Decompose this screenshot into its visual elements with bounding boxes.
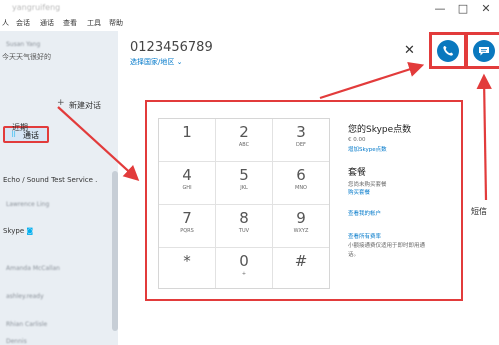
menu-item-contacts[interactable]: 人 bbox=[2, 18, 9, 28]
chevron-down-icon: ⌄ bbox=[176, 58, 183, 66]
recent-header: 近期 bbox=[12, 123, 28, 132]
connection-fee-note-cont: 话。 bbox=[348, 252, 360, 258]
new-conversation-button[interactable]: 新建对话 bbox=[69, 100, 101, 111]
contact-echo[interactable]: Echo / Sound Test Service . bbox=[3, 176, 97, 184]
contact-amanda[interactable]: Amanda McCallan bbox=[6, 265, 60, 272]
sms-button[interactable] bbox=[465, 32, 499, 69]
verified-icon: ◙ bbox=[26, 227, 34, 235]
dialpad-key[interactable]: * bbox=[159, 248, 215, 291]
dialpad-key[interactable]: 6 MNO bbox=[273, 162, 329, 205]
menu-bar: 人 会话 通话 查看 工具 帮助 bbox=[0, 18, 499, 31]
menu-item-call[interactable]: 通话 bbox=[40, 18, 54, 28]
dialpad-key[interactable]: 2 ABC bbox=[216, 119, 272, 162]
country-link-label: 选择国家/地区 bbox=[130, 58, 175, 66]
country-selector[interactable]: 选择国家/地区 ⌄ bbox=[130, 57, 182, 67]
view-account-link[interactable]: 查看我的帐户 bbox=[348, 209, 381, 217]
minimize-button[interactable]: — bbox=[430, 1, 450, 17]
connection-fee-note: 小额接通费仅适用于即时即用通 bbox=[348, 243, 426, 249]
contact-lawrence[interactable]: Lawrence Ling bbox=[6, 201, 49, 208]
dialpad-key[interactable]: 7 PQRS bbox=[159, 205, 215, 248]
key-digit: 9 bbox=[296, 209, 306, 227]
contact-ashley[interactable]: ashley.ready bbox=[6, 293, 44, 300]
plus-icon: + bbox=[57, 98, 65, 108]
dialpad-key[interactable]: # bbox=[273, 248, 329, 291]
key-letters: DEF bbox=[296, 142, 306, 148]
dialpad-key[interactable]: 8 TUV bbox=[216, 205, 272, 248]
contact-dennis[interactable]: Dennis bbox=[6, 338, 27, 345]
phone-icon bbox=[443, 46, 453, 56]
call-button[interactable] bbox=[429, 32, 467, 69]
clear-number-icon[interactable]: ✕ bbox=[404, 43, 415, 58]
key-letters: MNO bbox=[295, 185, 307, 191]
credit-balance: € 0.00 bbox=[348, 137, 366, 143]
menu-item-view[interactable]: 查看 bbox=[63, 18, 77, 28]
key-letters: WXYZ bbox=[293, 228, 309, 234]
title-bar: yangruifeng — □ ✕ bbox=[0, 0, 499, 18]
plans-status: 您尚未购买套餐 bbox=[348, 182, 387, 188]
maximize-button[interactable]: □ bbox=[453, 1, 473, 17]
contact-rhian[interactable]: Rhian Carlisle bbox=[6, 321, 47, 328]
dialpad-key[interactable]: 5 JKL bbox=[216, 162, 272, 205]
key-digit: # bbox=[294, 252, 308, 270]
dialpad-key[interactable]: 9 WXYZ bbox=[273, 205, 329, 248]
plans-title: 套餐 bbox=[348, 168, 367, 178]
profile-name[interactable]: Susan Yang bbox=[6, 41, 40, 48]
key-letters: TUV bbox=[238, 228, 250, 234]
menu-item-tools[interactable]: 工具 bbox=[87, 18, 101, 28]
key-letters: + bbox=[241, 271, 247, 277]
sidebar: Susan Yang 今天天气很好的 ⠿ 通话 + 新建对话 近期 Echo /… bbox=[0, 31, 118, 345]
contact-skype-label: Skype bbox=[3, 227, 25, 235]
key-digit: 7 bbox=[182, 209, 192, 227]
key-digit: * bbox=[183, 252, 191, 270]
message-icon bbox=[479, 47, 489, 56]
key-letters: GHI bbox=[182, 185, 192, 191]
key-digit: 1 bbox=[182, 123, 192, 141]
key-digit: 8 bbox=[239, 209, 249, 227]
key-digit: 0 bbox=[239, 252, 249, 270]
key-digit: 3 bbox=[296, 123, 306, 141]
skype-credit-title: 您的Skype点数 bbox=[348, 125, 412, 135]
dialpad-key[interactable]: 4 GHI bbox=[159, 162, 215, 205]
contact-skype[interactable]: Skype ◙ bbox=[3, 227, 33, 235]
dialpad-key[interactable]: 0 + bbox=[216, 248, 272, 291]
view-rates-link[interactable]: 查看所有费率 bbox=[348, 232, 381, 240]
key-letters: JKL bbox=[240, 185, 248, 191]
phone-number-display[interactable]: 0123456789 bbox=[130, 40, 213, 55]
key-digit: 5 bbox=[239, 166, 249, 184]
dialpad: 1 2 ABC 3 DEF 4 GHI 5 JKL 6 MNO 7 PQRS 8 TUV 9W… bbox=[158, 118, 330, 289]
buy-plan-link[interactable]: 购买套餐 bbox=[348, 188, 370, 196]
window-title: yangruifeng bbox=[12, 3, 61, 12]
add-credit-link[interactable]: 增加Skype点数 bbox=[348, 145, 387, 153]
close-window-button[interactable]: ✕ bbox=[476, 1, 496, 17]
status-message[interactable]: 今天天气很好的 bbox=[2, 52, 51, 62]
dialpad-key[interactable]: 1 bbox=[159, 119, 215, 162]
sms-annotation-label: 短信 bbox=[471, 207, 487, 216]
key-digit: 2 bbox=[239, 123, 249, 141]
dialpad-key[interactable]: 3 DEF bbox=[273, 119, 329, 162]
key-digit: 4 bbox=[182, 166, 192, 184]
key-letters: PQRS bbox=[180, 228, 194, 234]
menu-item-conversation[interactable]: 会话 bbox=[16, 18, 30, 28]
key-digit: 6 bbox=[296, 166, 306, 184]
menu-item-help[interactable]: 帮助 bbox=[109, 18, 123, 28]
key-letters: ABC bbox=[238, 142, 250, 148]
